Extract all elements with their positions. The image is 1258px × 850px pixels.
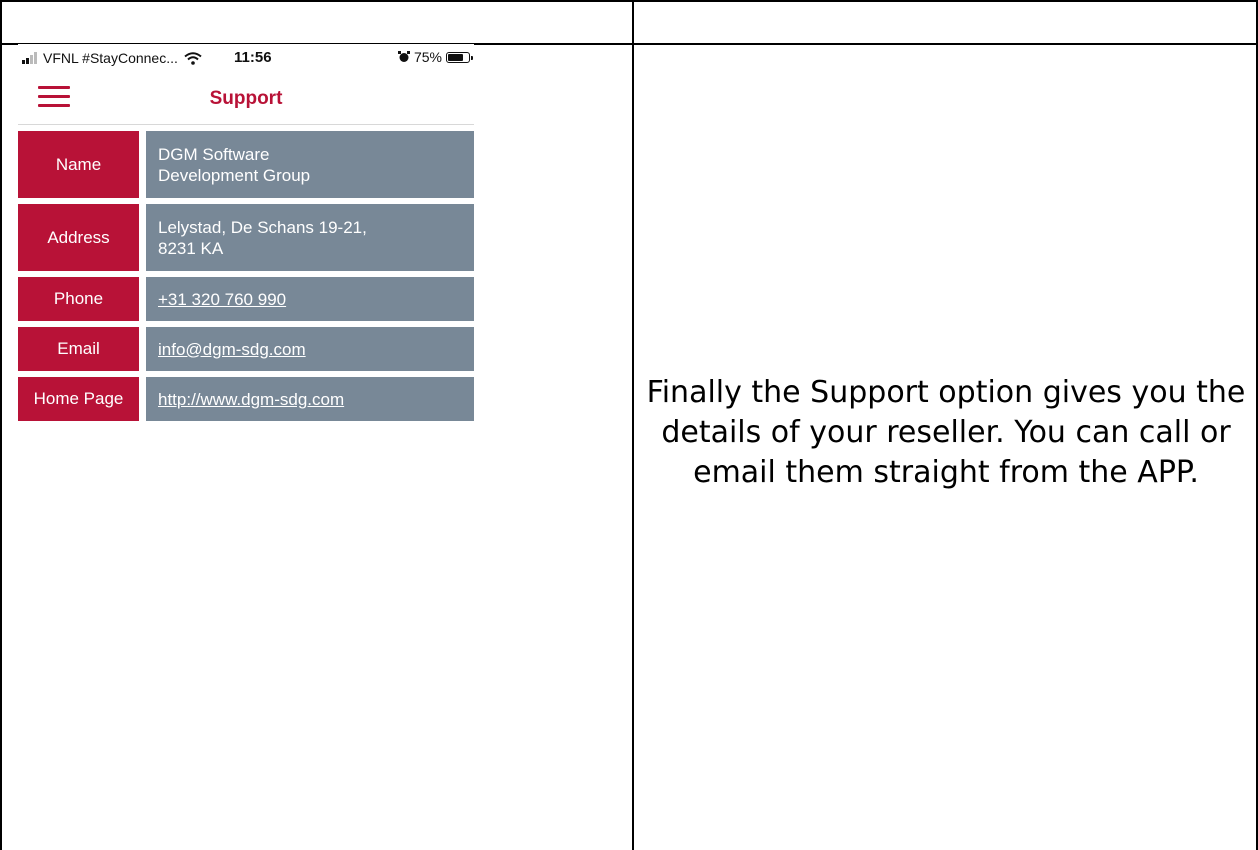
carrier-name: VFNL #StayConnec... xyxy=(43,50,178,66)
description-text: Finally the Support option gives you the… xyxy=(646,375,1246,490)
info-row-name: Name DGM Software Development Group xyxy=(18,131,474,198)
info-label: Home Page xyxy=(18,377,139,421)
info-row-address: Address Lelystad, De Schans 19-21, 8231 … xyxy=(18,204,474,271)
info-value: Lelystad, De Schans 19-21, 8231 KA xyxy=(146,204,474,271)
info-row-phone: Phone +31 320 760 990 xyxy=(18,277,474,321)
phone-screenshot: VFNL #StayConnec... 11:56 75% Support Na… xyxy=(18,44,474,424)
info-value: http://www.dgm-sdg.com xyxy=(146,377,474,421)
info-label: Email xyxy=(18,327,139,371)
email-link[interactable]: info@dgm-sdg.com xyxy=(158,339,306,360)
info-label: Name xyxy=(18,131,139,198)
signal-icon xyxy=(22,52,37,64)
battery-icon xyxy=(446,51,473,63)
status-time: 11:56 xyxy=(234,49,272,66)
info-value: DGM Software Development Group xyxy=(146,131,474,198)
battery-percent: 75% xyxy=(413,49,442,65)
info-label: Phone xyxy=(18,277,139,321)
info-row-email: Email info@dgm-sdg.com xyxy=(18,327,474,371)
homepage-link[interactable]: http://www.dgm-sdg.com xyxy=(158,389,344,410)
address-value: Lelystad, De Schans 19-21, 8231 KA xyxy=(158,217,367,258)
status-bar: VFNL #StayConnec... 11:56 75% xyxy=(18,44,474,72)
table-border-top xyxy=(0,0,1258,2)
info-value: info@dgm-sdg.com xyxy=(146,327,474,371)
info-value: +31 320 760 990 xyxy=(146,277,474,321)
page-title: Support xyxy=(209,88,283,109)
wifi-icon xyxy=(184,51,202,65)
phone-link[interactable]: +31 320 760 990 xyxy=(158,289,286,310)
nav-bar: Support xyxy=(18,72,474,125)
info-row-homepage: Home Page http://www.dgm-sdg.com xyxy=(18,377,474,421)
info-label: Address xyxy=(18,204,139,271)
name-value: DGM Software Development Group xyxy=(158,144,311,185)
table-border-middle xyxy=(632,0,634,850)
table-border-left xyxy=(0,0,2,850)
alarm-icon xyxy=(397,51,410,62)
